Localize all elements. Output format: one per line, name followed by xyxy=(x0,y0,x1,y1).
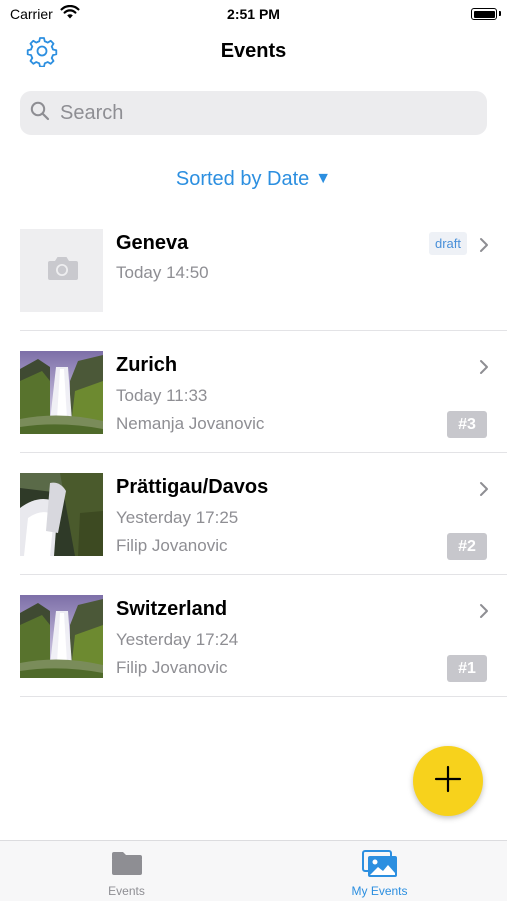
event-time: Yesterday 17:24 xyxy=(116,630,239,649)
row-divider xyxy=(20,696,507,697)
event-title: Zurich xyxy=(116,354,178,376)
event-row[interactable]: Zurich Today 11:33 Nemanja Jovanovic #3 xyxy=(0,331,507,453)
event-thumbnail xyxy=(20,351,103,434)
camera-icon xyxy=(45,255,79,286)
status-time: 2:51 PM xyxy=(227,6,280,22)
battery-icon xyxy=(471,8,497,20)
event-author: Filip Jovanovic xyxy=(116,658,228,677)
add-event-button[interactable] xyxy=(413,746,483,816)
event-author: Nemanja Jovanovic xyxy=(116,414,265,433)
event-time: Today 14:50 xyxy=(116,263,209,282)
tab-label: Events xyxy=(108,884,145,898)
page-title: Events xyxy=(220,40,287,62)
event-thumbnail xyxy=(20,595,103,678)
status-bar: Carrier 2:51 PM xyxy=(0,0,507,28)
event-row[interactable]: Geneva Today 14:50 draft xyxy=(0,215,507,331)
search-input[interactable] xyxy=(58,100,462,126)
sort-label: Sorted by Date xyxy=(175,168,310,190)
chevron-right-icon xyxy=(479,603,489,624)
events-list: Geneva Today 14:50 draft Zurich Today 11… xyxy=(0,215,507,697)
event-title: Prättigau/Davos xyxy=(116,476,269,498)
event-time: Today 11:33 xyxy=(116,386,208,405)
event-thumbnail xyxy=(20,473,103,556)
tab-events[interactable]: Events xyxy=(0,841,253,901)
search-icon xyxy=(30,101,50,126)
chevron-right-icon xyxy=(479,359,489,380)
photos-icon xyxy=(253,850,506,878)
tab-label: My Events xyxy=(351,884,408,898)
dropdown-arrow-icon: ▼ xyxy=(315,170,332,187)
event-number-badge: #1 xyxy=(447,655,487,682)
tab-bar: Events My Events xyxy=(0,840,507,901)
search-bar[interactable] xyxy=(20,91,487,135)
event-author: Filip Jovanovic xyxy=(116,536,228,555)
draft-badge: draft xyxy=(428,232,467,255)
event-time: Yesterday 17:25 xyxy=(116,508,239,527)
tab-my-events[interactable]: My Events xyxy=(253,841,506,901)
gear-icon xyxy=(26,35,58,72)
event-row[interactable]: Switzerland Yesterday 17:24 Filip Jovano… xyxy=(0,575,507,697)
event-title: Switzerland xyxy=(116,598,228,620)
event-thumbnail xyxy=(20,229,103,312)
event-row[interactable]: Prättigau/Davos Yesterday 17:25 Filip Jo… xyxy=(0,453,507,575)
folder-icon xyxy=(0,850,253,876)
event-title: Geneva xyxy=(116,232,189,254)
sort-selector[interactable]: Sorted by Date ▼ xyxy=(0,168,507,191)
event-number-badge: #3 xyxy=(447,411,487,438)
chevron-right-icon xyxy=(479,481,489,502)
battery-tip xyxy=(499,11,501,16)
event-number-badge: #2 xyxy=(447,533,487,560)
plus-icon xyxy=(434,765,462,798)
chevron-right-icon xyxy=(479,237,489,258)
settings-button[interactable] xyxy=(25,36,59,70)
